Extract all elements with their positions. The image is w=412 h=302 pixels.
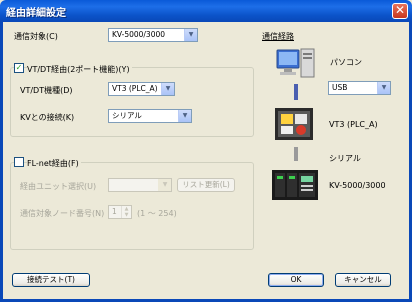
kv-conn-select[interactable]: シリアル ▼: [108, 109, 192, 123]
serial-connector-line: [294, 147, 298, 161]
pc-label: パソコン: [330, 58, 362, 67]
route-title: 通信経路: [262, 32, 294, 41]
vt-model-value: VT3 (PLC_A): [112, 84, 158, 93]
fl-net-unit-label: 経由ユニット選択(U): [20, 182, 97, 191]
vt-dt-checkbox-label: VT/DT経由(2ポート機能)(Y): [27, 64, 132, 75]
cancel-button[interactable]: キャンセル: [335, 273, 391, 287]
vt-dt-checkbox[interactable]: ✓: [14, 63, 24, 73]
title-bar: 経由詳細設定 ✕: [0, 0, 412, 22]
kv-conn-value: シリアル: [112, 111, 142, 120]
connection-test-button[interactable]: 接続テスト(T): [12, 273, 90, 287]
pc-conn-value: USB: [332, 83, 348, 92]
ok-button[interactable]: OK: [268, 273, 324, 287]
fl-net-group: [10, 162, 254, 250]
node-range: (1 〜 254): [137, 209, 177, 218]
fl-net-unit-select[interactable]: ▼: [108, 178, 172, 192]
pc-conn-select[interactable]: USB ▼: [328, 81, 391, 95]
chevron-down-icon: ▼: [184, 29, 197, 41]
plc-icon: [272, 170, 318, 200]
list-update-button[interactable]: リスト更新(L): [177, 178, 235, 192]
vt-model-label: VT/DT機種(D): [20, 86, 73, 95]
usb-connector-line: [294, 84, 298, 100]
comm-target-label: 通信対象(C): [14, 32, 58, 41]
vt-dt-group: [10, 67, 254, 137]
node-number-stepper[interactable]: 1 ▲ ▼: [108, 205, 132, 219]
chevron-down-icon: ▼: [377, 82, 390, 94]
comm-target-select[interactable]: KV-5000/3000 ▼: [108, 28, 198, 42]
close-button[interactable]: ✕: [392, 3, 408, 19]
fl-net-checkbox-label: FL-net経由(F): [27, 158, 81, 169]
comm-target-value: KV-5000/3000: [112, 30, 166, 39]
node-number-value: 1: [112, 207, 117, 216]
chevron-down-icon: ▼: [178, 110, 191, 122]
computer-icon: [276, 47, 316, 81]
vt-model-select[interactable]: VT3 (PLC_A) ▼: [108, 82, 175, 96]
serial-label: シリアル: [329, 154, 361, 163]
vt-route-label: VT3 (PLC_A): [329, 120, 378, 129]
window-title: 経由詳細設定: [6, 8, 66, 19]
kv-conn-label: KVとの接続(K): [20, 113, 75, 122]
plc-label: KV-5000/3000: [329, 181, 386, 190]
fl-net-checkbox[interactable]: [14, 157, 24, 167]
touch-panel-icon: [275, 108, 313, 140]
node-number-label: 通信対象ノード番号(N): [20, 209, 105, 218]
chevron-down-icon: ▼: [158, 179, 171, 191]
spin-arrows-icon[interactable]: ▲ ▼: [121, 206, 131, 218]
chevron-down-icon: ▼: [161, 83, 174, 95]
